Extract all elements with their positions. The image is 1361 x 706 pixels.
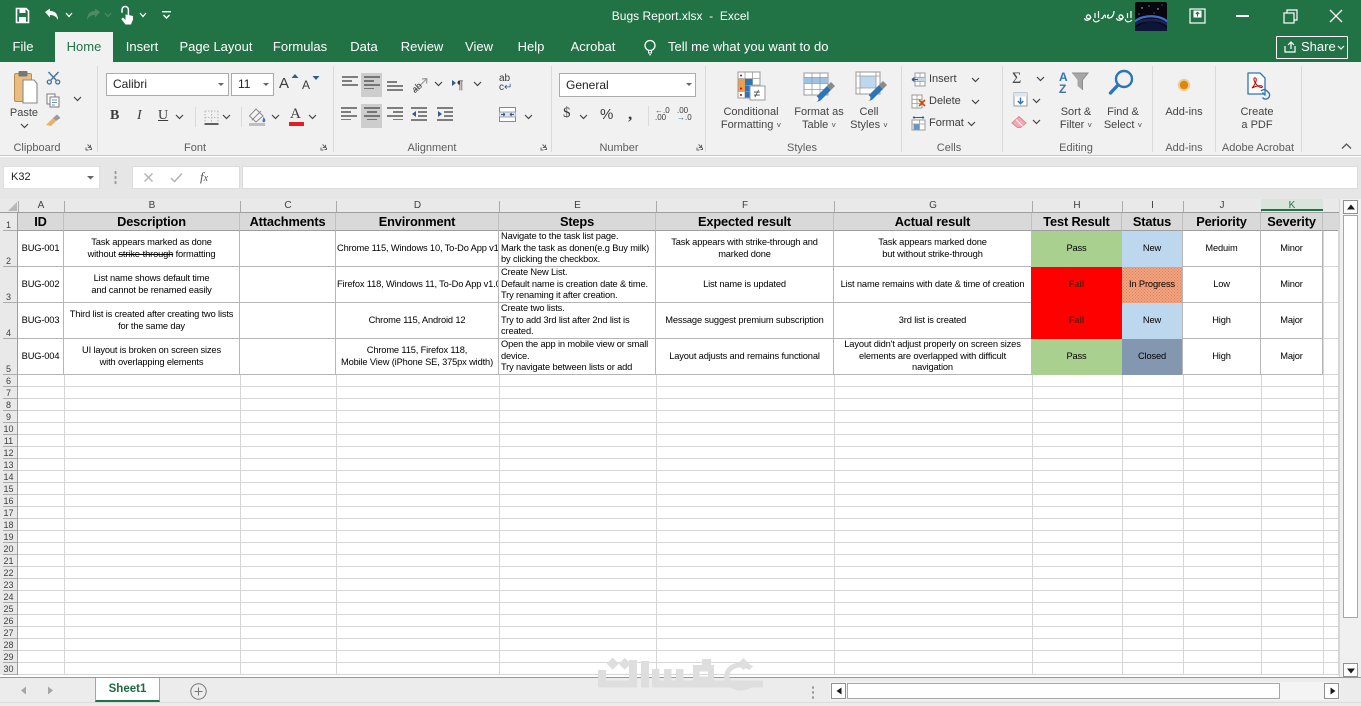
svg-text:≠: ≠ bbox=[754, 87, 761, 101]
svg-text:Z: Z bbox=[1059, 82, 1066, 94]
svg-text:¶: ¶ bbox=[457, 78, 463, 91]
